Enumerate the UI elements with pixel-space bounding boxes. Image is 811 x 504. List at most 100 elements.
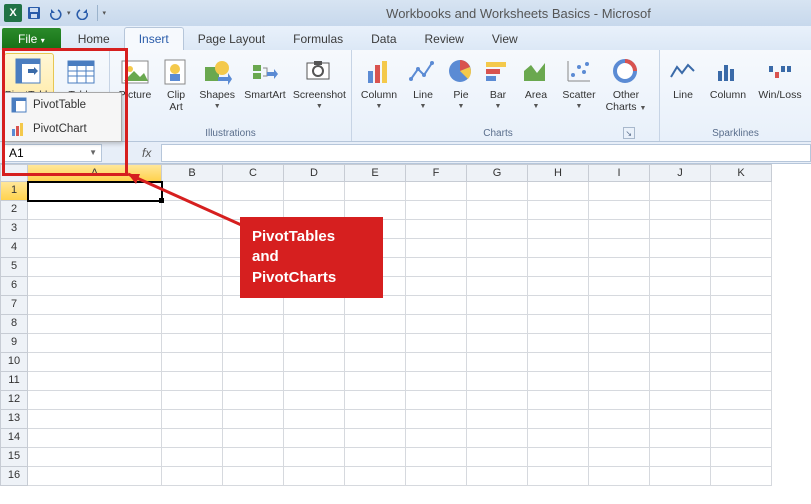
col-header-K[interactable]: K: [711, 164, 772, 182]
cell[interactable]: [28, 296, 162, 315]
cell[interactable]: [711, 467, 772, 486]
cell[interactable]: [711, 296, 772, 315]
cell[interactable]: [345, 334, 406, 353]
fx-icon[interactable]: fx: [142, 146, 151, 160]
cell[interactable]: [284, 391, 345, 410]
cell[interactable]: [345, 467, 406, 486]
cell[interactable]: [467, 239, 528, 258]
cell[interactable]: [650, 391, 711, 410]
cell[interactable]: [406, 334, 467, 353]
cell[interactable]: [467, 258, 528, 277]
cell[interactable]: [223, 182, 284, 201]
cell[interactable]: [162, 467, 223, 486]
cell[interactable]: [406, 315, 467, 334]
cell[interactable]: [28, 201, 162, 220]
sparkline-line-button[interactable]: Line: [664, 53, 702, 119]
cell[interactable]: [223, 429, 284, 448]
name-box-dropdown-icon[interactable]: ▼: [89, 148, 97, 157]
col-header-C[interactable]: C: [223, 164, 284, 182]
cell[interactable]: [28, 182, 162, 201]
sparkline-winloss-button[interactable]: Win/Loss: [754, 53, 806, 119]
cell[interactable]: [650, 239, 711, 258]
redo-icon[interactable]: [74, 4, 92, 22]
cell[interactable]: [162, 258, 223, 277]
line-chart-button[interactable]: Line▼: [405, 53, 441, 119]
cell[interactable]: [650, 296, 711, 315]
cell[interactable]: [589, 410, 650, 429]
cell[interactable]: [28, 372, 162, 391]
row-header[interactable]: 8: [0, 315, 28, 334]
cell[interactable]: [711, 391, 772, 410]
col-header-E[interactable]: E: [345, 164, 406, 182]
cell[interactable]: [650, 334, 711, 353]
cell[interactable]: [28, 410, 162, 429]
cell[interactable]: [28, 315, 162, 334]
cell[interactable]: [528, 182, 589, 201]
cell[interactable]: [589, 277, 650, 296]
cell[interactable]: [467, 410, 528, 429]
cell[interactable]: [467, 201, 528, 220]
shapes-button[interactable]: Shapes▼: [196, 53, 238, 119]
cell[interactable]: [528, 277, 589, 296]
row-header[interactable]: 5: [0, 258, 28, 277]
row-header[interactable]: 16: [0, 467, 28, 486]
cell[interactable]: [467, 467, 528, 486]
tab-view[interactable]: View: [478, 28, 532, 50]
cell[interactable]: [406, 182, 467, 201]
cell[interactable]: [467, 315, 528, 334]
cell[interactable]: [406, 448, 467, 467]
cell[interactable]: [162, 334, 223, 353]
cell[interactable]: [223, 296, 284, 315]
cell[interactable]: [650, 372, 711, 391]
cell[interactable]: [284, 353, 345, 372]
cell[interactable]: [650, 410, 711, 429]
cell[interactable]: [284, 182, 345, 201]
cell[interactable]: [284, 315, 345, 334]
tab-data[interactable]: Data: [357, 28, 410, 50]
tab-review[interactable]: Review: [411, 28, 478, 50]
cell[interactable]: [528, 296, 589, 315]
cell[interactable]: [223, 372, 284, 391]
cell[interactable]: [28, 277, 162, 296]
cell[interactable]: [528, 429, 589, 448]
cell[interactable]: [528, 448, 589, 467]
cell[interactable]: [711, 429, 772, 448]
cell[interactable]: [162, 353, 223, 372]
cell[interactable]: [162, 220, 223, 239]
cell[interactable]: [284, 448, 345, 467]
row-header[interactable]: 2: [0, 201, 28, 220]
cell[interactable]: [28, 353, 162, 372]
cell[interactable]: [223, 353, 284, 372]
cell[interactable]: [406, 429, 467, 448]
cell[interactable]: [467, 220, 528, 239]
undo-icon[interactable]: [46, 4, 64, 22]
cell[interactable]: [345, 410, 406, 429]
cell[interactable]: [28, 429, 162, 448]
row-header[interactable]: 4: [0, 239, 28, 258]
cell[interactable]: [589, 201, 650, 220]
column-chart-button[interactable]: Column▼: [356, 53, 402, 119]
row-header[interactable]: 13: [0, 410, 28, 429]
undo-dropdown-icon[interactable]: ▾: [67, 9, 71, 17]
cell[interactable]: [711, 201, 772, 220]
cell[interactable]: [650, 429, 711, 448]
cell[interactable]: [284, 334, 345, 353]
cell[interactable]: [467, 353, 528, 372]
cell[interactable]: [28, 220, 162, 239]
col-header-G[interactable]: G: [467, 164, 528, 182]
name-box[interactable]: A1▼: [4, 144, 102, 162]
cell[interactable]: [284, 372, 345, 391]
cell[interactable]: [28, 239, 162, 258]
file-tab[interactable]: File ▾: [2, 28, 61, 50]
cell[interactable]: [467, 277, 528, 296]
col-header-I[interactable]: I: [589, 164, 650, 182]
cell[interactable]: [528, 239, 589, 258]
cell[interactable]: [406, 353, 467, 372]
cell[interactable]: [406, 201, 467, 220]
cell[interactable]: [345, 429, 406, 448]
row-header[interactable]: 1: [0, 182, 28, 201]
bar-chart-button[interactable]: Bar▼: [481, 53, 515, 119]
cell[interactable]: [589, 334, 650, 353]
cell[interactable]: [650, 277, 711, 296]
cell[interactable]: [528, 258, 589, 277]
